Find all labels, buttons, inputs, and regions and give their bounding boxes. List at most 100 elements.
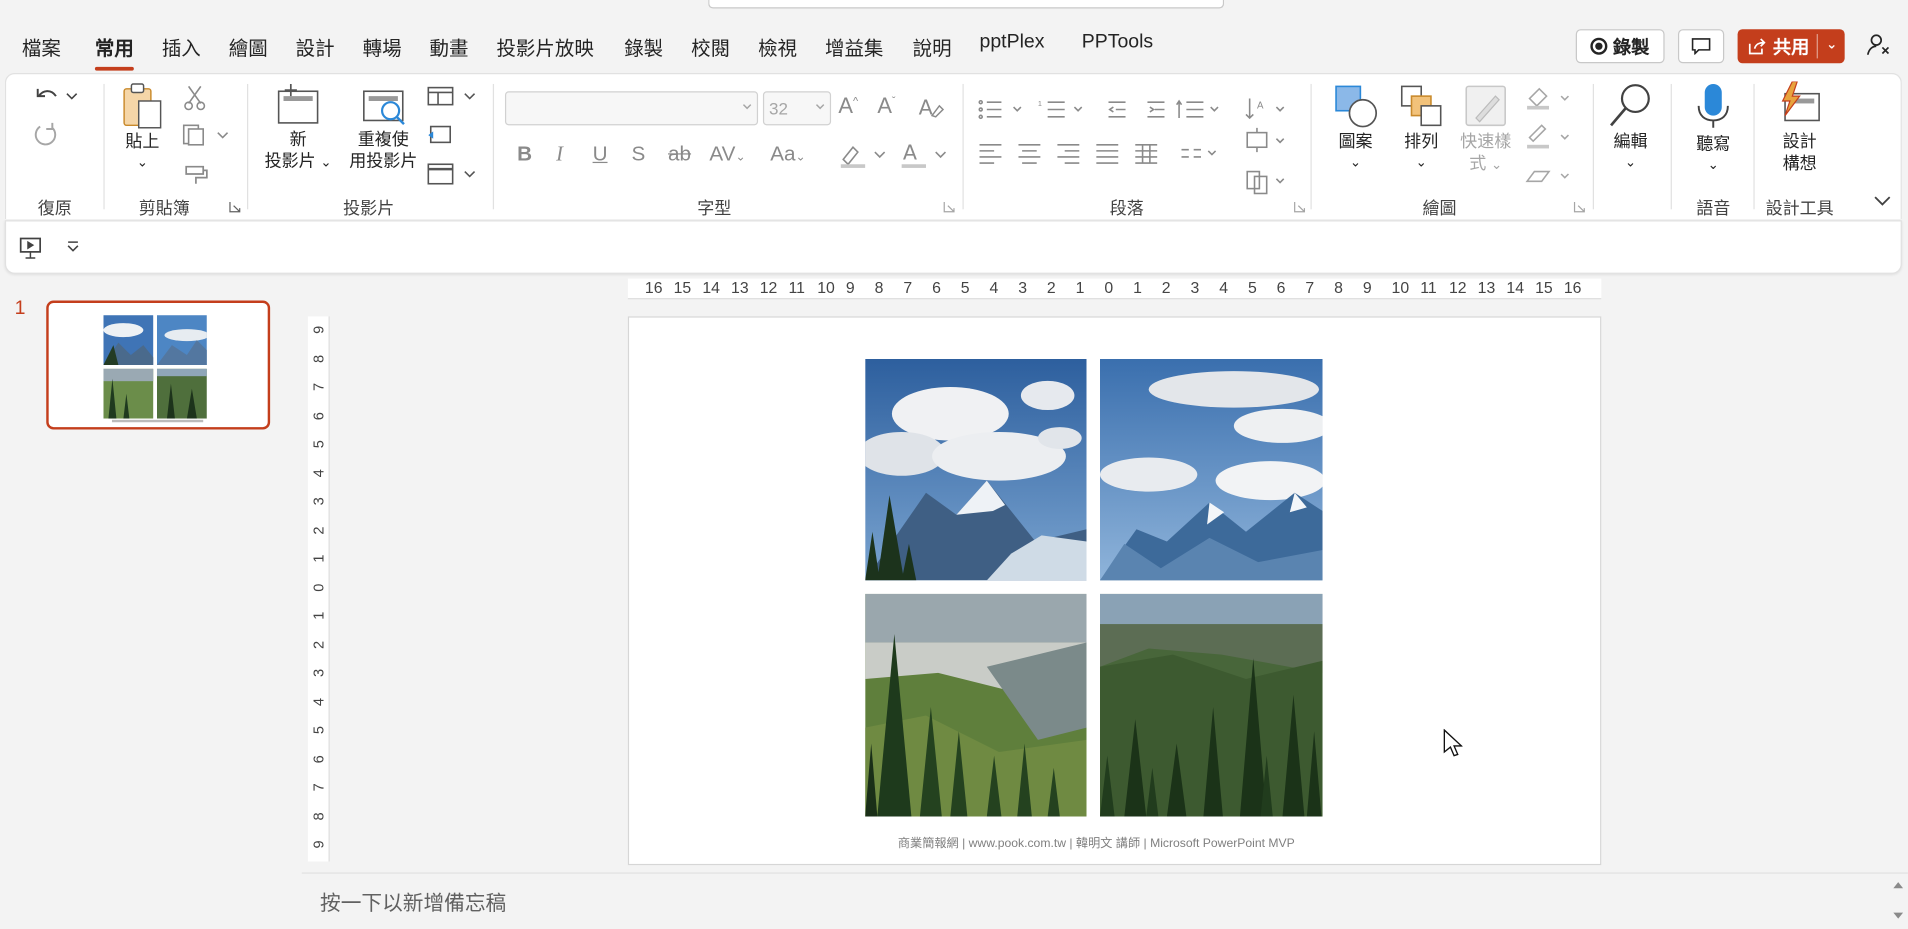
- vertical-ruler[interactable]: 9 8 7 6 5 4 3 2 1 0 1 2 3 4 5 6 7 8 9: [307, 316, 330, 862]
- character-spacing-icon[interactable]: AV⌄: [709, 142, 745, 166]
- microphone-icon: [1697, 83, 1729, 128]
- undo-icon[interactable]: [30, 84, 79, 108]
- reuse-slides-button[interactable]: 重複使 用投影片: [344, 82, 422, 172]
- chevron-down-icon[interactable]: ⌄: [1826, 37, 1837, 53]
- slide-canvas[interactable]: 商業簡報網 | www.pook.com.tw | 韓明文 講師 | Micro…: [627, 316, 1602, 866]
- strikethrough-icon[interactable]: ab: [668, 142, 691, 166]
- section-icon[interactable]: [426, 162, 480, 186]
- dialog-launcher-icon[interactable]: [943, 201, 955, 213]
- font-name-combobox[interactable]: [504, 91, 759, 126]
- tab-record[interactable]: 錄製: [624, 32, 663, 61]
- notes-placeholder: 按一下以新增備忘稿: [320, 891, 507, 916]
- vertical-scrollbar[interactable]: [1888, 876, 1907, 928]
- increase-font-icon[interactable]: A^: [838, 94, 858, 120]
- editing-button[interactable]: 編輯 ⌄: [1600, 82, 1661, 174]
- tab-pptplex[interactable]: pptPlex: [980, 32, 1045, 54]
- collapse-ribbon-icon[interactable]: [1873, 193, 1892, 208]
- tab-design[interactable]: 設計: [296, 32, 335, 61]
- thumb-photo-3: [103, 368, 154, 418]
- paste-button[interactable]: 貼上 ⌄: [118, 82, 167, 174]
- shadow-icon[interactable]: S: [632, 142, 646, 166]
- ruler-tick-label: 7: [1305, 278, 1315, 297]
- comment-icon: [1691, 38, 1711, 55]
- tab-pptools[interactable]: PPTools: [1082, 32, 1153, 54]
- arrange-button[interactable]: 排列 ⌄: [1393, 82, 1449, 174]
- photo-top-left[interactable]: [865, 358, 1087, 581]
- redo-icon[interactable]: [30, 120, 59, 149]
- tab-help[interactable]: 說明: [913, 32, 952, 61]
- record-icon: [1590, 37, 1608, 55]
- comments-button[interactable]: [1677, 29, 1725, 64]
- slide-caption[interactable]: 商業簡報網 | www.pook.com.tw | 韓明文 講師 | Micro…: [865, 832, 1327, 850]
- tab-home[interactable]: 常用: [94, 32, 134, 71]
- photo-sky-mountain-1: [865, 358, 1087, 581]
- slide-number: 1: [14, 298, 26, 319]
- dialog-launcher-icon[interactable]: [1573, 201, 1585, 213]
- paragraph-list-tools[interactable]: 1 A: [977, 96, 1293, 123]
- cut-icon[interactable]: [184, 84, 206, 111]
- dialog-launcher-icon[interactable]: [1293, 201, 1306, 213]
- ruler-tick-label: 1: [310, 554, 328, 563]
- reuse-slides-icon: [363, 90, 405, 125]
- dictate-button[interactable]: 聽寫 ⌄: [1683, 82, 1744, 177]
- group-label-voice: 語音: [1696, 198, 1731, 218]
- designer-button[interactable]: 設計 構想: [1766, 81, 1834, 174]
- horizontal-ruler[interactable]: 16 15 14 13 12 11 10 9 8 7 6 5 4 3 2 1 0 1 2 3 4 5 6 7 8 9 10 11 12 1…: [627, 278, 1602, 300]
- shapes-icon: [1335, 85, 1378, 128]
- record-button[interactable]: 錄製: [1575, 29, 1665, 64]
- ruler-tick-label: 4: [310, 697, 328, 706]
- ruler-tick-label: 6: [310, 754, 328, 763]
- italic-icon[interactable]: I: [556, 142, 563, 166]
- svg-text:A: A: [903, 140, 917, 164]
- ruler-tick-label: 9: [310, 325, 328, 334]
- highlight-icon[interactable]: [838, 140, 892, 169]
- text-direction-tools[interactable]: [1245, 127, 1294, 203]
- customize-qat-icon[interactable]: [64, 238, 81, 255]
- chevron-down-icon: [815, 104, 825, 110]
- new-slide-button[interactable]: 新 投影片 ⌄: [259, 82, 337, 174]
- chevron-down-icon: [742, 104, 752, 110]
- photo-bottom-left[interactable]: [865, 593, 1087, 817]
- search-box-edge[interactable]: [708, 0, 1225, 9]
- quick-styles-icon: [1465, 85, 1506, 127]
- layout-icon[interactable]: [426, 84, 480, 108]
- tab-insert[interactable]: 插入: [162, 32, 201, 61]
- share-button[interactable]: 共用 ⌄: [1737, 29, 1845, 64]
- decrease-font-icon[interactable]: Aˇ: [877, 94, 895, 120]
- photo-bottom-right[interactable]: [1099, 593, 1323, 817]
- ruler-tick-label: 6: [310, 411, 328, 420]
- quick-styles-button[interactable]: 快速樣 式 ⌄: [1454, 82, 1517, 177]
- coauthor-button[interactable]: [1865, 32, 1894, 61]
- tab-animations[interactable]: 動畫: [430, 32, 469, 61]
- ruler-tick-label: 2: [1161, 278, 1171, 297]
- copy-icon[interactable]: [181, 123, 230, 147]
- ribbon: 復原 貼上 ⌄ 剪貼簿 新 投影片 ⌄ 重複使 用投影片 投影片 32 A^ A…: [4, 73, 1902, 220]
- svg-text:A: A: [1257, 100, 1264, 111]
- tab-view[interactable]: 檢視: [758, 32, 797, 61]
- clear-formatting-icon[interactable]: A: [917, 94, 945, 121]
- tab-file[interactable]: 檔案: [22, 32, 61, 61]
- paragraph-align-tools[interactable]: [977, 140, 1233, 167]
- change-case-icon[interactable]: Aa⌄: [770, 142, 806, 166]
- font-color-icon[interactable]: A: [899, 140, 953, 169]
- tab-review[interactable]: 校閱: [691, 32, 730, 61]
- photo-top-right[interactable]: [1099, 358, 1323, 581]
- reset-slide-icon[interactable]: [426, 123, 455, 147]
- thumb-photo-2: [156, 315, 207, 366]
- tab-slideshow[interactable]: 投影片放映: [496, 32, 593, 61]
- shapes-button[interactable]: 圖案 ⌄: [1328, 82, 1384, 174]
- thumb-caption-line: [111, 419, 204, 423]
- font-size-combobox[interactable]: 32: [762, 91, 832, 126]
- slide-thumbnail[interactable]: [46, 300, 271, 430]
- shape-format-tools[interactable]: [1525, 84, 1576, 189]
- start-slideshow-icon[interactable]: [18, 236, 45, 260]
- tab-draw[interactable]: 繪圖: [229, 32, 268, 61]
- notes-pane[interactable]: 按一下以新增備忘稿: [301, 872, 1908, 929]
- underline-icon[interactable]: U: [593, 142, 608, 166]
- format-painter-icon[interactable]: [184, 162, 211, 186]
- dialog-launcher-icon[interactable]: [229, 201, 241, 213]
- bold-icon[interactable]: B: [517, 142, 532, 166]
- tab-transitions[interactable]: 轉場: [363, 32, 402, 61]
- quick-access-toolbar: [4, 220, 1902, 274]
- tab-addins[interactable]: 增益集: [825, 32, 883, 61]
